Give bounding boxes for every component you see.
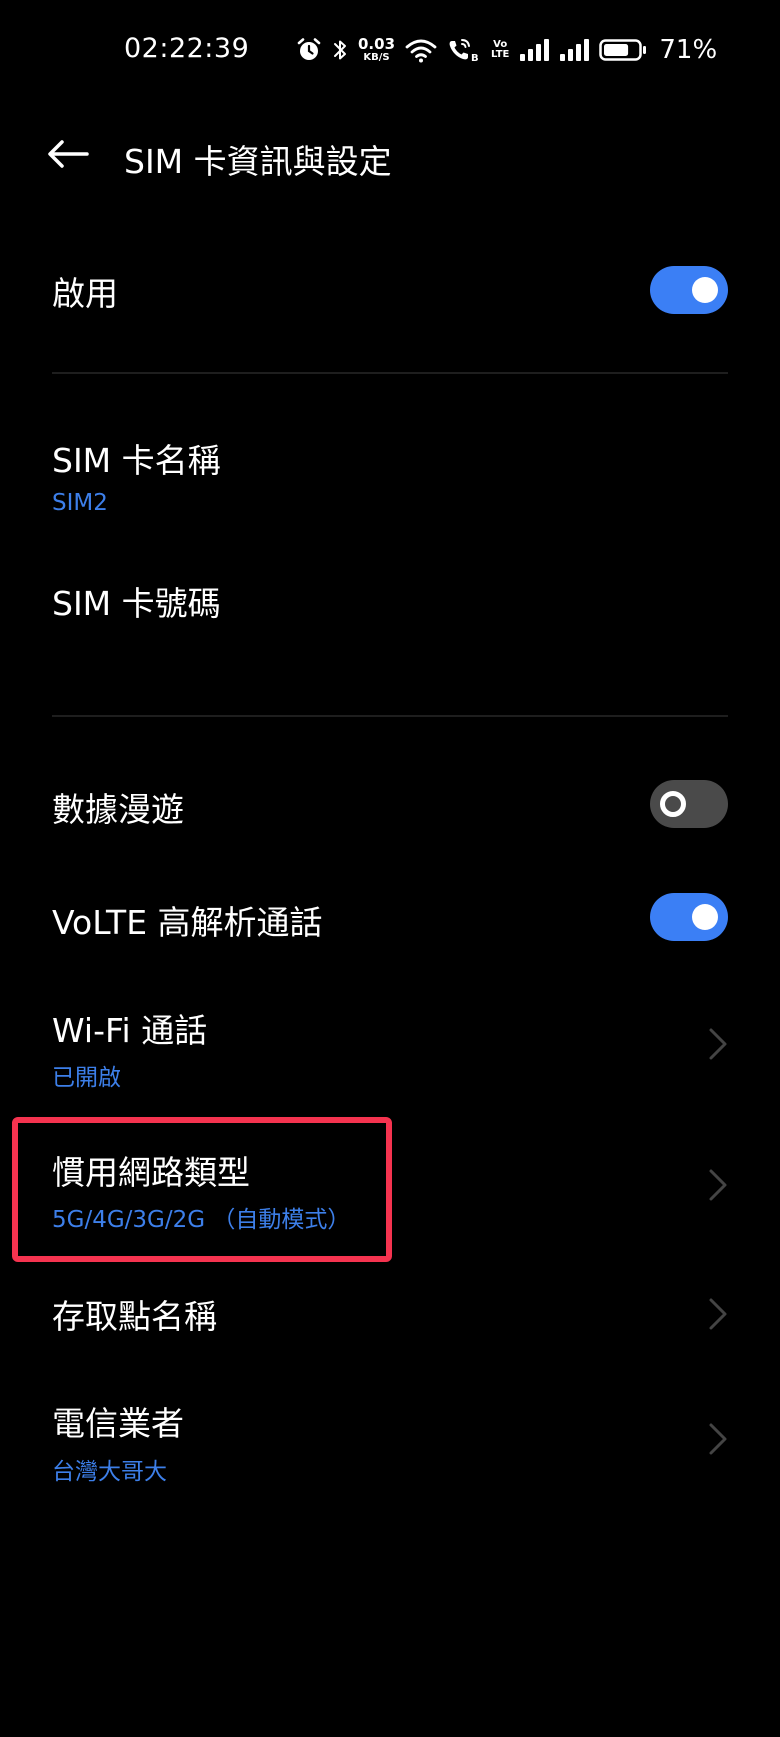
- toggle-knob: [660, 791, 686, 817]
- sim-number-row[interactable]: SIM 卡號碼: [0, 570, 780, 650]
- back-arrow-icon: [48, 140, 89, 168]
- carrier-value: 台灣大哥大: [52, 1459, 167, 1485]
- sim-number-label: SIM 卡號碼: [52, 584, 221, 623]
- sim-name-label: SIM 卡名稱: [52, 441, 221, 480]
- enable-label: 啟用: [52, 274, 118, 313]
- volte-badge-bottom: LTE: [491, 49, 510, 60]
- preferred-network-value: 5G/4G/3G/2G （自動模式）: [52, 1207, 351, 1233]
- chevron-right-icon: [709, 1028, 727, 1060]
- apn-label: 存取點名稱: [52, 1297, 217, 1336]
- divider: [52, 372, 728, 374]
- divider: [52, 715, 728, 717]
- toggle-knob: [692, 277, 718, 303]
- enable-toggle[interactable]: [650, 266, 728, 314]
- status-time: 02:22:39: [124, 33, 250, 64]
- carrier-row[interactable]: 電信業者 台灣大哥大: [0, 1390, 780, 1500]
- chevron-right-icon: [709, 1298, 727, 1330]
- sim-badge: B: [471, 53, 479, 63]
- status-icons: 0.03 KB/S B Vo LTE 71%: [296, 30, 717, 70]
- bluetooth-icon: [334, 40, 346, 60]
- header: SIM 卡資訊與設定: [0, 118, 780, 192]
- sim-name-value: SIM2: [52, 490, 108, 516]
- toggle-knob: [692, 904, 718, 930]
- volte-row[interactable]: VoLTE 高解析通話: [0, 883, 780, 953]
- sim-name-row[interactable]: SIM 卡名稱 SIM2: [0, 420, 780, 530]
- chevron-right-icon: [709, 1423, 727, 1455]
- enable-row[interactable]: 啟用: [0, 250, 780, 330]
- battery-icon: [599, 39, 647, 61]
- network-speed-value: 0.03: [358, 35, 396, 53]
- preferred-network-row[interactable]: 慣用網路類型 5G/4G/3G/2G （自動模式）: [0, 1136, 780, 1246]
- volte-badge: Vo LTE: [491, 40, 509, 60]
- preferred-network-label: 慣用網路類型: [52, 1153, 250, 1192]
- wifi-icon: [405, 39, 437, 63]
- data-roaming-row[interactable]: 數據漫遊: [0, 770, 780, 840]
- volte-toggle[interactable]: [650, 893, 728, 941]
- status-bar: 02:22:39 0.03 KB/S B Vo LTE 71%: [0, 0, 780, 100]
- data-roaming-label: 數據漫遊: [52, 790, 184, 829]
- wifi-calling-icon: B: [449, 39, 479, 63]
- carrier-label: 電信業者: [52, 1404, 184, 1443]
- signal-icon: [560, 39, 590, 61]
- network-speed: 0.03 KB/S: [358, 37, 395, 63]
- volte-label: VoLTE 高解析通話: [52, 903, 323, 942]
- back-button[interactable]: [40, 132, 96, 176]
- apn-row[interactable]: 存取點名稱: [0, 1280, 780, 1350]
- page-title: SIM 卡資訊與設定: [124, 142, 392, 181]
- wifi-calling-row[interactable]: Wi-Fi 通話 已開啟: [0, 996, 780, 1096]
- wifi-calling-label: Wi-Fi 通話: [52, 1011, 208, 1050]
- wifi-calling-value: 已開啟: [52, 1065, 121, 1091]
- data-roaming-toggle[interactable]: [650, 780, 728, 828]
- battery-percent: 71%: [659, 35, 718, 65]
- network-speed-unit: KB/S: [363, 52, 390, 63]
- chevron-right-icon: [709, 1169, 727, 1201]
- signal-icon: [520, 39, 550, 61]
- alarm-icon: [297, 38, 321, 60]
